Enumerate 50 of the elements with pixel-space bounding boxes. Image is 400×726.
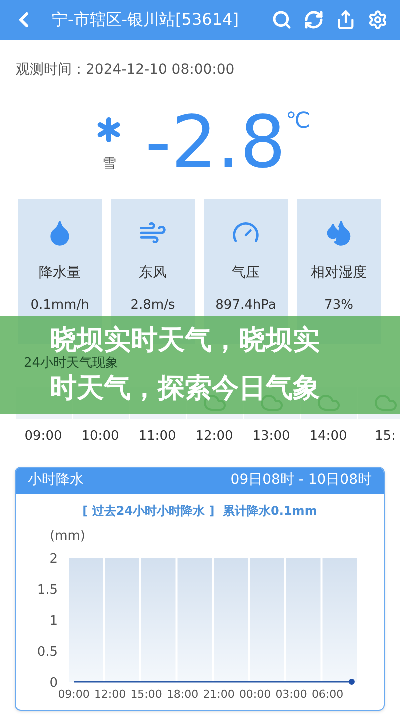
y-tick-label: 0.5 xyxy=(37,644,58,660)
temperature: -2.8 xyxy=(145,106,286,178)
weather-label: 雪 xyxy=(102,154,116,174)
data-point xyxy=(348,678,355,684)
refresh-button[interactable] xyxy=(304,10,324,30)
share-icon xyxy=(336,10,356,30)
stat-label: 相对湿度 xyxy=(311,264,367,283)
search-icon xyxy=(272,10,292,30)
y-tick-label: 1.5 xyxy=(37,582,58,598)
hourly-title: 24小时天气现象 xyxy=(24,357,119,371)
temperature-unit: ℃ xyxy=(286,108,311,136)
stat-label: 降水量 xyxy=(39,264,81,283)
x-tick-label: 12:00 xyxy=(94,688,126,700)
stat-label: 气压 xyxy=(232,264,260,283)
x-tick-label: 00:00 xyxy=(239,688,272,700)
droplets-icon xyxy=(325,219,353,247)
share-button[interactable] xyxy=(336,10,356,30)
stat-value: 2.8m/s xyxy=(130,297,176,315)
x-tick-label: 15:00 xyxy=(130,688,162,700)
chart-subtitle: [ 过去24小时小时降水 ] 累计降水0.1mm xyxy=(82,502,318,520)
hour-time: 09:00 xyxy=(24,428,62,446)
stat-value: 73% xyxy=(324,297,354,315)
y-axis-label: (mm) xyxy=(50,528,86,544)
refresh-icon xyxy=(304,10,324,30)
x-tick-label: 06:00 xyxy=(312,688,344,700)
card-title: 小时降水 xyxy=(28,471,84,490)
stat-value: 0.1mm/h xyxy=(30,297,90,315)
x-tick-label: 09:00 xyxy=(58,688,90,700)
hour-time: 14:00 xyxy=(310,428,348,446)
stat-label: 东风 xyxy=(139,264,167,283)
observation-time: 观测时间：2024-12-10 08:00:00 xyxy=(15,61,236,80)
x-tick-label: 21:00 xyxy=(203,688,235,700)
hour-time: 10:00 xyxy=(82,428,120,446)
x-tick-label: 03:00 xyxy=(276,688,308,700)
hour-time: 13:00 xyxy=(252,428,290,446)
search-button[interactable] xyxy=(272,10,292,30)
y-tick-label: 0 xyxy=(50,676,58,690)
settings-button[interactable] xyxy=(368,10,388,30)
y-tick-label: 1 xyxy=(50,614,58,628)
hour-time: 12:00 xyxy=(196,428,234,446)
x-tick-label: 18:00 xyxy=(166,688,199,700)
stat-value: 897.4hPa xyxy=(216,297,276,315)
time-range: 09日08时 - 10日08时 xyxy=(230,471,372,490)
hour-time: 15: xyxy=(375,428,396,446)
headline-line: 晓坝实时天气，晓坝实 xyxy=(50,327,321,355)
headline-line: 时天气，探索今日气象 xyxy=(50,375,321,403)
hour-time: 11:00 xyxy=(138,428,176,446)
settings-icon xyxy=(368,10,388,30)
station-title: 宁-市辖区-银川站[53614] xyxy=(52,9,239,31)
y-tick-label: 2 xyxy=(50,552,58,566)
